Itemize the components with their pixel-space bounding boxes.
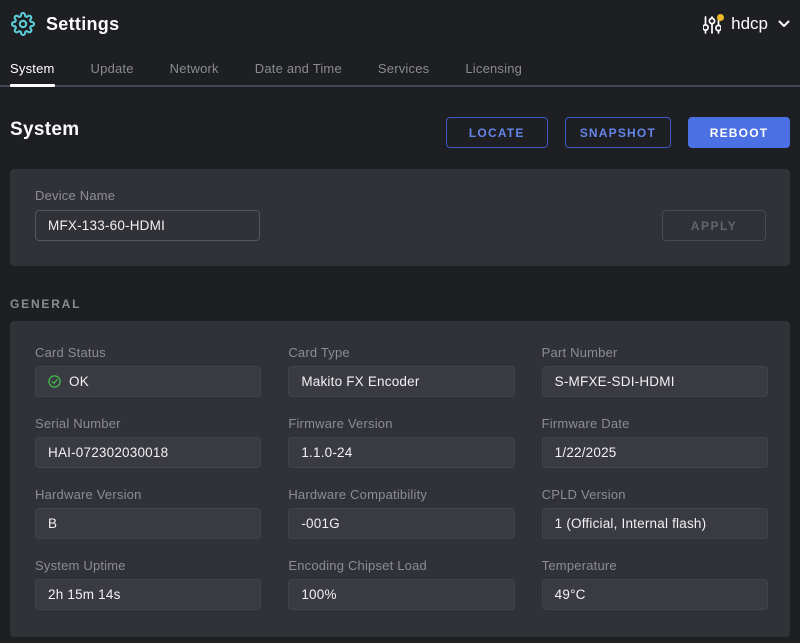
tab-licensing[interactable]: Licensing: [465, 48, 522, 85]
field-value: -001G: [301, 516, 340, 531]
field-label: Firmware Date: [542, 417, 768, 430]
page-title: System: [10, 119, 79, 141]
field-label: Temperature: [542, 559, 768, 572]
field: Hardware Compatibility -001G: [288, 488, 514, 539]
field: Part Number S-MFXE-SDI-HDMI: [542, 346, 768, 397]
field-value: 1.1.0-24: [301, 445, 352, 460]
field: System Uptime 2h 15m 14s: [35, 559, 261, 610]
field-value: 1/22/2025: [555, 445, 617, 460]
field-value-box: 1 (Official, Internal flash): [542, 508, 768, 539]
field-value-box: B: [35, 508, 261, 539]
tab-date-and-time[interactable]: Date and Time: [255, 48, 342, 85]
field-value-box: 1.1.0-24: [288, 437, 514, 468]
field-label: Part Number: [542, 346, 768, 359]
field-label: Card Type: [288, 346, 514, 359]
field-value: HAI-072302030018: [48, 445, 168, 460]
field-value: OK: [69, 374, 89, 389]
app-header: Settings hdcp: [0, 0, 800, 48]
field-value-box: 49°C: [542, 579, 768, 610]
field-value: 49°C: [555, 587, 586, 602]
chevron-down-icon: [778, 20, 790, 28]
page-head: System LOCATE SNAPSHOT REBOOT: [10, 117, 790, 148]
tab-system[interactable]: System: [10, 48, 55, 85]
settings-gear-icon: [11, 12, 35, 36]
page-actions: LOCATE SNAPSHOT REBOOT: [446, 117, 790, 148]
field-label: System Uptime: [35, 559, 261, 572]
device-name-card: Device Name APPLY: [10, 169, 790, 266]
field: Serial Number HAI-072302030018: [35, 417, 261, 468]
field: Firmware Version 1.1.0-24: [288, 417, 514, 468]
field-value-box: S-MFXE-SDI-HDMI: [542, 366, 768, 397]
tab-update[interactable]: Update: [91, 48, 134, 85]
field: Card Type Makito FX Encoder: [288, 346, 514, 397]
user-menu[interactable]: hdcp: [703, 14, 790, 34]
field-label: Hardware Compatibility: [288, 488, 514, 501]
field-value-box: 100%: [288, 579, 514, 610]
general-section-title: GENERAL: [10, 297, 790, 311]
field: Card Status OK: [35, 346, 261, 397]
check-circle-icon: [48, 375, 61, 388]
field-value-box: -001G: [288, 508, 514, 539]
user-name: hdcp: [731, 14, 768, 34]
field-value-box: 1/22/2025: [542, 437, 768, 468]
field-label: Hardware Version: [35, 488, 261, 501]
field-label: Serial Number: [35, 417, 261, 430]
tab-network[interactable]: Network: [170, 48, 219, 85]
app-title: Settings: [46, 14, 119, 35]
device-name-input[interactable]: [35, 210, 260, 241]
field-value-box: Makito FX Encoder: [288, 366, 514, 397]
field-label: Firmware Version: [288, 417, 514, 430]
field-value-box: HAI-072302030018: [35, 437, 261, 468]
field-label: Encoding Chipset Load: [288, 559, 514, 572]
field-label: Card Status: [35, 346, 261, 359]
field-value: 2h 15m 14s: [48, 587, 121, 602]
field-value-box: OK: [35, 366, 261, 397]
notification-badge: [717, 14, 724, 21]
snapshot-button[interactable]: SNAPSHOT: [565, 117, 671, 148]
sliders-icon: [703, 16, 721, 34]
field: Temperature 49°C: [542, 559, 768, 610]
field: Hardware Version B: [35, 488, 261, 539]
main-content: System LOCATE SNAPSHOT REBOOT Device Nam…: [0, 117, 800, 637]
apply-button[interactable]: APPLY: [662, 210, 766, 241]
reboot-button[interactable]: REBOOT: [688, 117, 790, 148]
general-panel: Card Status OK Card Type: [10, 321, 790, 637]
tab-bar: System Update Network Date and Time Serv…: [0, 48, 800, 87]
field-value: 1 (Official, Internal flash): [555, 516, 707, 531]
field-value: 100%: [301, 587, 336, 602]
field-value-box: 2h 15m 14s: [35, 579, 261, 610]
locate-button[interactable]: LOCATE: [446, 117, 548, 148]
field: Firmware Date 1/22/2025: [542, 417, 768, 468]
field-value: Makito FX Encoder: [301, 374, 419, 389]
device-name-row: APPLY: [35, 210, 766, 241]
field-value: S-MFXE-SDI-HDMI: [555, 374, 675, 389]
field: CPLD Version 1 (Official, Internal flash…: [542, 488, 768, 539]
field-label: CPLD Version: [542, 488, 768, 501]
field-value: B: [48, 516, 57, 531]
field: Encoding Chipset Load 100%: [288, 559, 514, 610]
tab-services[interactable]: Services: [378, 48, 429, 85]
device-name-label: Device Name: [35, 189, 766, 202]
